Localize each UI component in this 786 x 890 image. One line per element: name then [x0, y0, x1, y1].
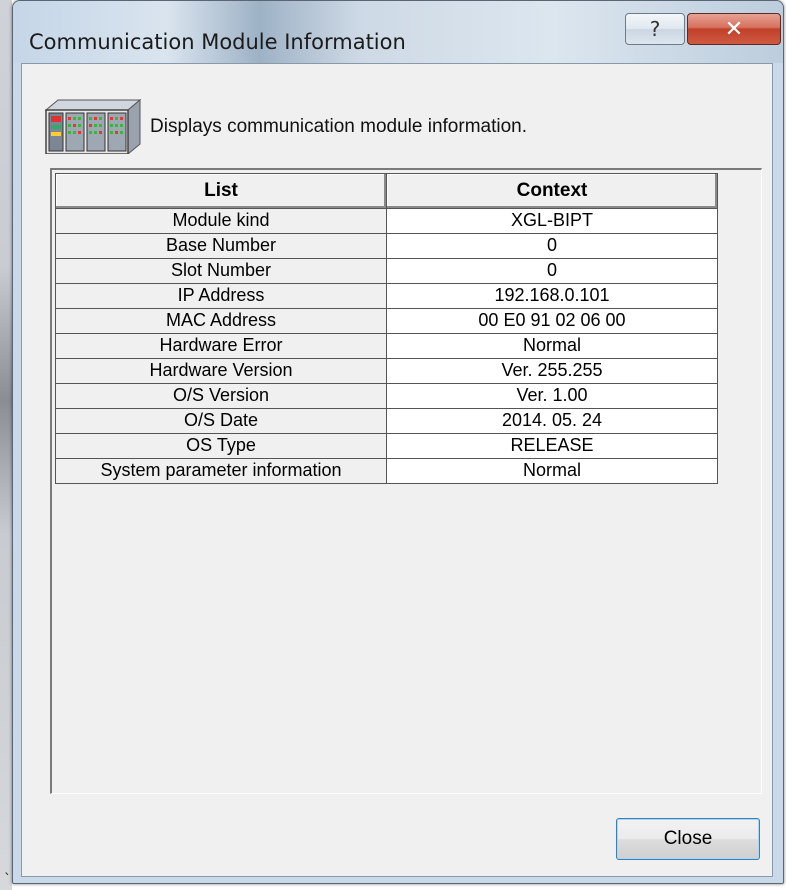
table-row[interactable]: OS Type RELEASE [55, 433, 718, 459]
table-row[interactable]: O/S Version Ver. 1.00 [55, 383, 718, 409]
row-label: Module kind [55, 208, 387, 234]
row-label: Hardware Error [55, 333, 387, 359]
row-label: IP Address [55, 283, 387, 309]
row-value: 2014. 05. 24 [386, 408, 718, 434]
background-edge [0, 0, 12, 890]
close-icon: ✕ [724, 16, 744, 42]
table-header-row: List Context [55, 173, 718, 209]
row-value: Normal [386, 458, 718, 484]
row-label: O/S Version [55, 383, 387, 409]
table-row[interactable]: Hardware Error Normal [55, 333, 718, 359]
table-row[interactable]: MAC Address 00 E0 91 02 06 00 [55, 308, 718, 334]
stray-character: ` [4, 872, 11, 888]
info-table: List Context Module kind XGL-BIPT Base Nu… [55, 173, 718, 484]
row-value: 00 E0 91 02 06 00 [386, 308, 718, 334]
table-row[interactable]: Base Number 0 [55, 233, 718, 259]
row-label: MAC Address [55, 308, 387, 334]
title-bar[interactable]: Communication Module Information ? ✕ [13, 1, 783, 63]
row-value: RELEASE [386, 433, 718, 459]
table-row[interactable]: Hardware Version Ver. 255.255 [55, 358, 718, 384]
module-rack-icon [44, 98, 142, 154]
row-value: Ver. 1.00 [386, 383, 718, 409]
row-value: 0 [386, 233, 718, 259]
window-title: Communication Module Information [29, 30, 406, 54]
row-value: 0 [386, 258, 718, 284]
table-row[interactable]: O/S Date 2014. 05. 24 [55, 408, 718, 434]
description-text: Displays communication module informatio… [150, 116, 527, 137]
row-label: OS Type [55, 433, 387, 459]
help-icon: ? [649, 17, 661, 41]
row-value: 192.168.0.101 [386, 283, 718, 309]
table-row[interactable]: IP Address 192.168.0.101 [55, 283, 718, 309]
row-label: Slot Number [55, 258, 387, 284]
row-label: Base Number [55, 233, 387, 259]
table-row[interactable]: Module kind XGL-BIPT [55, 208, 718, 234]
column-header-list[interactable]: List [55, 173, 387, 209]
row-label: System parameter information [55, 458, 387, 484]
table-row[interactable]: Slot Number 0 [55, 258, 718, 284]
row-value: Ver. 255.255 [386, 358, 718, 384]
table-row[interactable]: System parameter information Normal [55, 458, 718, 484]
row-value: Normal [386, 333, 718, 359]
window-close-button[interactable]: ✕ [687, 13, 781, 45]
row-label: O/S Date [55, 408, 387, 434]
column-header-context[interactable]: Context [386, 173, 718, 209]
row-value: XGL-BIPT [386, 208, 718, 234]
row-label: Hardware Version [55, 358, 387, 384]
help-button[interactable]: ? [625, 13, 685, 45]
close-button[interactable]: Close [616, 818, 760, 860]
